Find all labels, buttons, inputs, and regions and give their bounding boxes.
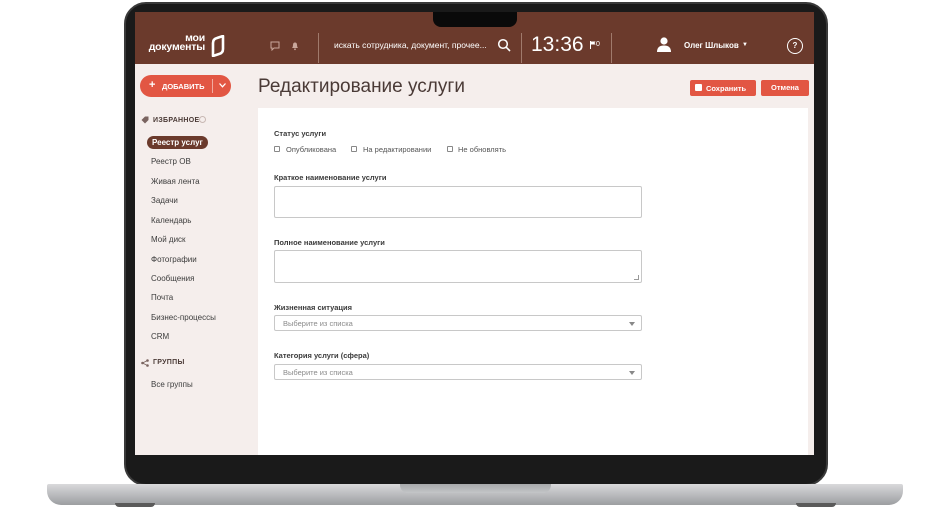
user-name[interactable]: Олег Шлыков — [684, 41, 739, 50]
chevron-down-icon — [629, 322, 635, 326]
laptop-foot-left — [115, 503, 155, 507]
status-no-update-checkbox[interactable] — [447, 146, 453, 152]
add-button-label: ДОБАВИТЬ — [162, 82, 205, 91]
add-button[interactable]: + ДОБАВИТЬ — [140, 75, 231, 97]
chevron-down-icon[interactable] — [219, 83, 226, 88]
header-divider — [611, 33, 612, 63]
laptop-opening-groove — [400, 484, 551, 493]
sidebar-item-my-drive[interactable]: Мой диск — [151, 235, 186, 244]
life-situation-label: Жизненная ситуация — [274, 303, 352, 312]
search-input[interactable]: искать сотрудника, документ, прочее... — [334, 40, 487, 50]
short-name-label: Краткое наименование услуги — [274, 173, 387, 182]
share-icon — [141, 359, 149, 367]
category-placeholder: Выберите из списка — [283, 368, 353, 377]
help-button[interactable]: ? — [787, 38, 803, 54]
service-edit-form: Статус услуги Опубликована На редактиров… — [258, 108, 808, 455]
tag-icon — [141, 116, 149, 124]
status-editing-checkbox[interactable] — [351, 146, 357, 152]
save-button-label: Сохранить — [706, 84, 747, 93]
cancel-button[interactable]: Отмена — [761, 80, 809, 96]
gear-icon[interactable] — [199, 116, 206, 123]
category-label: Категория услуги (сфера) — [274, 351, 370, 360]
save-icon — [695, 84, 702, 91]
search-icon[interactable] — [497, 38, 511, 52]
plus-icon: + — [149, 79, 156, 91]
brand-logo[interactable]: мои документы — [143, 33, 233, 60]
resize-handle-icon[interactable] — [634, 275, 639, 280]
short-name-input[interactable] — [274, 186, 642, 218]
full-name-label: Полное наименование услуги — [274, 238, 385, 247]
life-situation-placeholder: Выберите из списка — [283, 319, 353, 328]
clock-display[interactable]: 13:36 — [531, 33, 584, 57]
chevron-down-icon — [629, 371, 635, 375]
sidebar-item-ov-registry[interactable]: Реестр ОВ — [151, 157, 191, 166]
sidebar-item-photos[interactable]: Фотографии — [151, 255, 197, 264]
sidebar-item-messages[interactable]: Сообщения — [151, 274, 194, 283]
header-divider — [521, 33, 522, 63]
app-screen: мои документы искать сотрудника, докумен… — [135, 12, 814, 455]
flag-count: 0 — [596, 41, 600, 48]
sidebar-item-mail[interactable]: Почта — [151, 293, 173, 302]
favorites-title: ИЗБРАННОЕ — [153, 117, 200, 124]
category-select[interactable]: Выберите из списка — [274, 364, 642, 380]
sidebar-item-tasks[interactable]: Задачи — [151, 196, 178, 205]
status-no-update-label[interactable]: Не обновлять — [458, 145, 506, 154]
sidebar-item-calendar[interactable]: Календарь — [151, 216, 191, 225]
header-divider — [318, 33, 319, 63]
camera-notch — [433, 12, 517, 27]
logo-mark-icon — [211, 35, 225, 57]
sidebar-item-service-registry[interactable]: Реестр услуг — [147, 136, 208, 149]
sidebar-item-crm[interactable]: CRM — [151, 332, 169, 341]
user-avatar-icon[interactable] — [656, 36, 672, 52]
page-title: Редактирование услуги — [258, 76, 465, 97]
bell-icon[interactable] — [290, 41, 300, 51]
logo-text-line2: документы — [148, 41, 205, 53]
groups-title: ГРУППЫ — [153, 359, 185, 366]
chat-icon[interactable] — [270, 41, 280, 51]
status-editing-label[interactable]: На редактировании — [363, 145, 431, 154]
add-button-divider — [212, 79, 213, 93]
full-name-textarea[interactable] — [274, 250, 642, 283]
sidebar-item-all-groups[interactable]: Все группы — [151, 380, 193, 389]
status-published-label[interactable]: Опубликована — [286, 145, 336, 154]
laptop-foot-right — [796, 503, 836, 507]
status-label: Статус услуги — [274, 129, 327, 138]
chevron-down-icon[interactable]: ▼ — [742, 42, 748, 48]
sidebar-item-business-processes[interactable]: Бизнес-процессы — [151, 313, 216, 322]
life-situation-select[interactable]: Выберите из списка — [274, 315, 642, 331]
save-button[interactable]: Сохранить — [690, 80, 756, 96]
sidebar-item-live-feed[interactable]: Живая лента — [151, 177, 200, 186]
status-published-checkbox[interactable] — [274, 146, 280, 152]
